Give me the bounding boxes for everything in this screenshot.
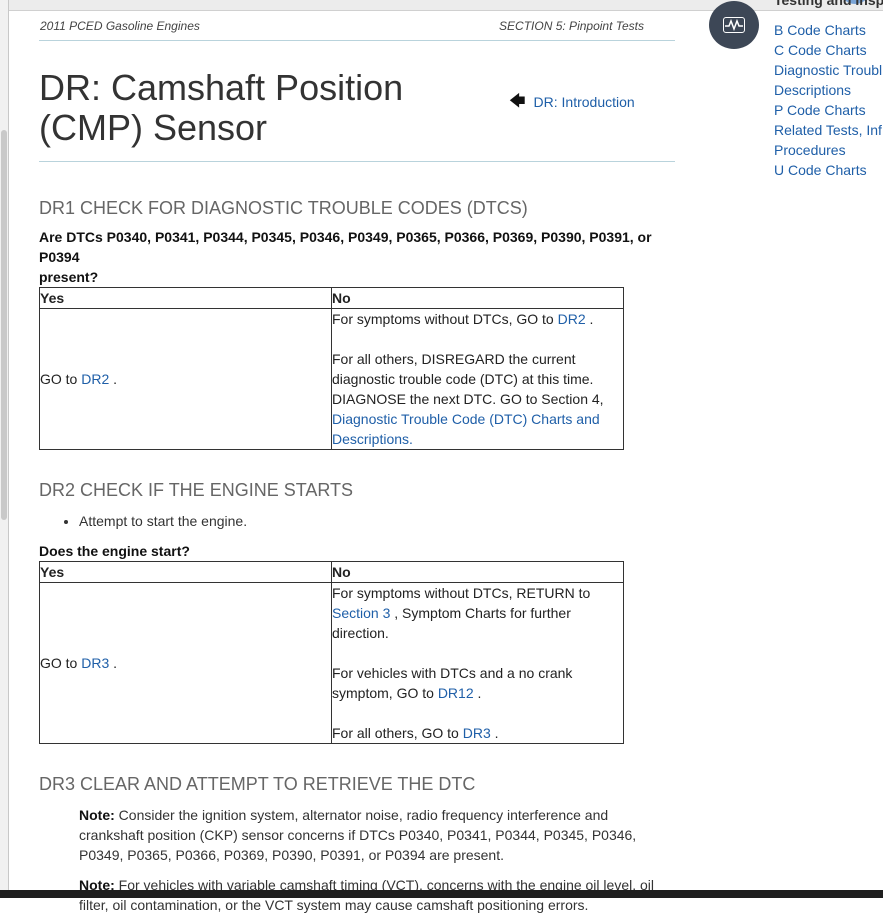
sidebar-link-procedures[interactable]: Procedures (774, 142, 846, 158)
dr1-question: Are DTCs P0340, P0341, P0344, P0345, P03… (39, 227, 675, 287)
dr2-yes-cell: GO to DR3 . (39, 582, 332, 744)
document-name: 2011 PCED Gasoline Engines (40, 19, 200, 33)
dr2-yes-dr3-link[interactable]: DR3 (81, 655, 109, 671)
note2-line-b: filter, oil contamination, or the VCT sy… (79, 897, 589, 913)
no-header: No (331, 561, 624, 583)
arrow-left-icon: 🡄 (509, 93, 526, 110)
dr2-heading: DR2 CHECK IF THE ENGINE STARTS (39, 480, 354, 500)
dr2-no-2-line-a: For vehicles with DTCs and a no crank (332, 665, 573, 681)
sidebar-link-descriptions[interactable]: Descriptions (774, 82, 851, 98)
dtc-charts-link[interactable]: Diagnostic Trouble Code (DTC) Charts and (332, 411, 600, 427)
dr1-no-2-end: . (409, 431, 413, 447)
note1-line-b: crankshaft position (CKP) sensor concern… (79, 827, 637, 843)
dr2-no-1-line-b: , Symptom Charts for further (390, 605, 571, 621)
sidebar-link-c-code-charts[interactable]: C Code Charts (774, 42, 867, 58)
note1-line-c: P0349, P0365, P0366, P0369, P0390, P0391… (79, 847, 504, 863)
dr1-no-2-line-b: diagnostic trouble code (DTC) at this ti… (332, 371, 594, 387)
dr2-no-dr3-link[interactable]: DR3 (463, 725, 491, 741)
dr2-bullet-list: Attempt to start the engine. (39, 511, 675, 531)
sidebar-link-u-code-charts[interactable]: U Code Charts (774, 162, 867, 178)
note-label: Note: (79, 807, 115, 823)
document-header: 2011 PCED Gasoline Engines SECTION 5: Pi… (39, 12, 675, 41)
sidebar-link-diagnostic[interactable]: Diagnostic Troubl (774, 62, 882, 78)
dr2-no-3-text: For all others, GO to (332, 725, 463, 741)
no-header: No (331, 287, 624, 309)
dr1-no-2-line-c: DIAGNOSE the next DTC. GO to Section 4, (332, 391, 604, 407)
back-to-introduction-link[interactable]: 🡄 DR: Introduction (509, 93, 635, 111)
dr1-question-line1: Are DTCs P0340, P0341, P0344, P0345, P03… (39, 229, 652, 265)
dr3-heading: DR3 CLEAR AND ATTEMPT TO RETRIEVE THE DT… (39, 774, 476, 794)
page-title-line1: DR: Camshaft Position (39, 67, 404, 108)
scrollbar-thumb[interactable] (1, 130, 7, 520)
yes-header: Yes (39, 561, 332, 583)
dr1-no-1-text: For symptoms without DTCs, GO to (332, 311, 558, 327)
dr1-yes-cell: GO to DR2 . (39, 308, 332, 450)
dr2-no-1-line-a: For symptoms without DTCs, RETURN to (332, 585, 591, 601)
dtc-descriptions-link[interactable]: Descriptions (332, 431, 409, 447)
dr1-no-2-line-a: For all others, DISREGARD the current (332, 351, 576, 367)
yes-header: Yes (39, 287, 332, 309)
dr2-bullet-item: Attempt to start the engine. (79, 511, 675, 531)
dr2-no-cell: For symptoms without DTCs, RETURN to Sec… (331, 582, 624, 744)
dr2-yes-end: . (109, 655, 118, 671)
dr1-no-1-end: . (585, 311, 594, 327)
dr2-no-2-end: . (473, 685, 482, 701)
dr1-question-line2: present? (39, 269, 99, 285)
dr2-decision-table: Yes No GO to DR3 . For symptoms without … (39, 561, 624, 744)
page-title: DR: Camshaft Position (CMP) Sensor (39, 68, 459, 148)
title-row: DR: Camshaft Position (CMP) Sensor 🡄 DR:… (39, 41, 675, 162)
section-name: SECTION 5: Pinpoint Tests (499, 19, 644, 33)
dr2-yes-text: GO to (40, 655, 82, 671)
taskbar (0, 890, 883, 898)
sidebar-heading: Testing and Inspe (774, 0, 883, 8)
dr1-yes-dr2-link[interactable]: DR2 (81, 371, 109, 387)
dr2-no-3-end: . (490, 725, 499, 741)
dr2-question: Does the engine start? (39, 543, 190, 559)
dr12-link[interactable]: DR12 (438, 685, 474, 701)
dr1-no-dr2-link[interactable]: DR2 (558, 311, 586, 327)
sidebar-links: Testing and Inspe B Code Charts C Code C… (774, 0, 883, 180)
sidebar-link-p-code-charts[interactable]: P Code Charts (774, 102, 866, 118)
dr1-decision-table: Yes No GO to DR2 . For symptoms without … (39, 287, 624, 450)
sidebar-link-b-code-charts[interactable]: B Code Charts (774, 22, 866, 38)
dr1-no-cell: For symptoms without DTCs, GO to DR2 . F… (331, 308, 624, 450)
page-title-line2: (CMP) Sensor (39, 107, 268, 148)
back-link-label: DR: Introduction (533, 94, 635, 110)
dr2-no-1-line-c: direction. (332, 625, 389, 641)
waveform-icon[interactable] (709, 1, 759, 49)
right-sidebar: Testing and Inspe B Code Charts C Code C… (709, 0, 883, 200)
dr1-yes-end: . (109, 371, 118, 387)
section-3-link[interactable]: Section 3 (332, 605, 390, 621)
main-content: 2011 PCED Gasoline Engines SECTION 5: Pi… (39, 12, 675, 915)
sidebar-link-related-tests[interactable]: Related Tests, Inf (774, 122, 882, 138)
note1-line-a: Consider the ignition system, alternator… (114, 807, 609, 823)
dr1-yes-text: GO to (40, 371, 82, 387)
vertical-scrollbar[interactable] (0, 0, 9, 890)
dr1-heading: DR1 CHECK FOR DIAGNOSTIC TROUBLE CODES (… (39, 198, 528, 218)
dr2-no-2-line-b: symptom, GO to (332, 685, 438, 701)
dr3-note-1: Note: Consider the ignition system, alte… (79, 805, 669, 865)
